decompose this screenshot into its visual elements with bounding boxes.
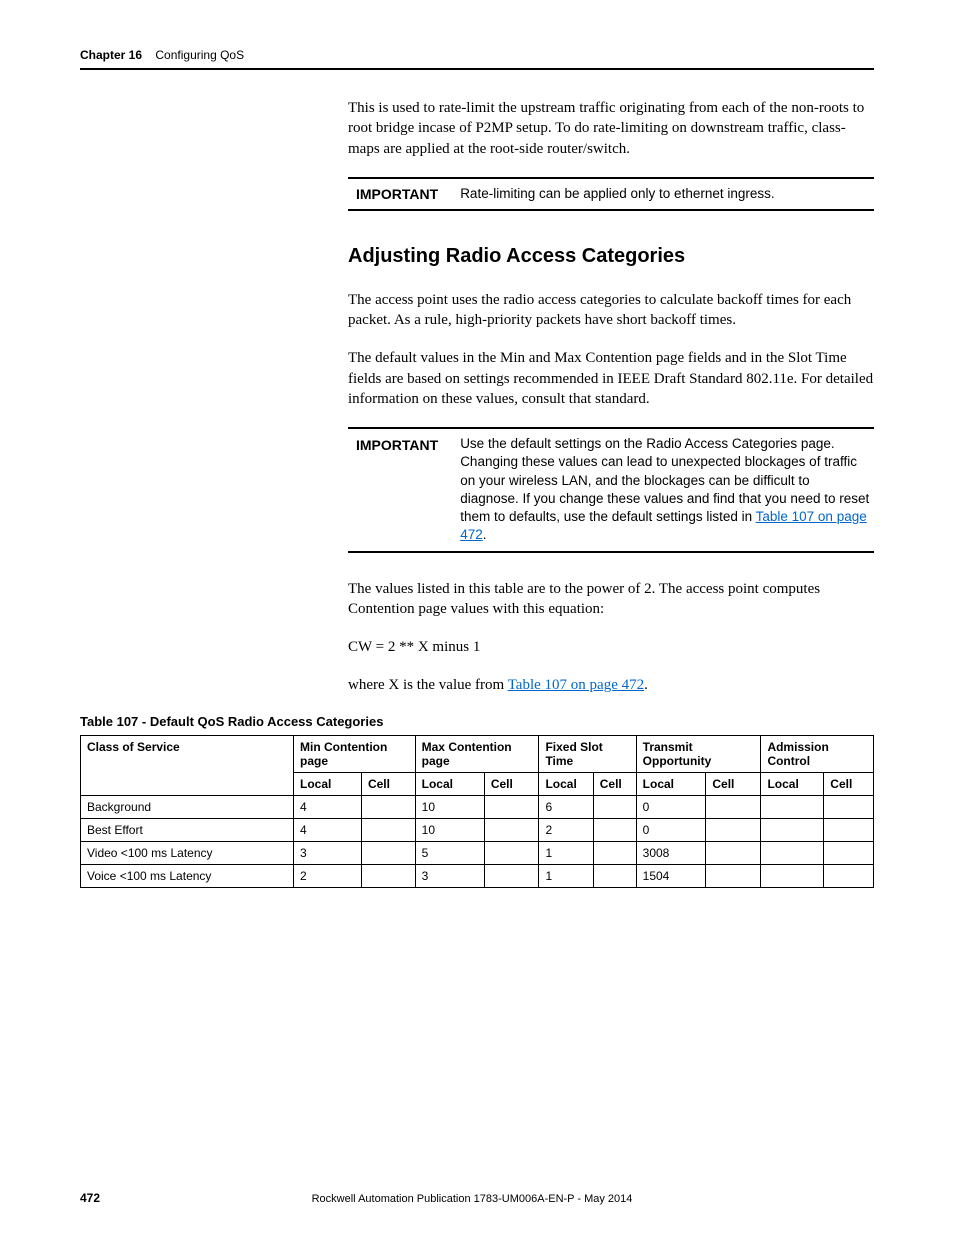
para5-after: . bbox=[644, 677, 648, 693]
table-row: Best Effort4 10 2 0 bbox=[81, 818, 874, 841]
table-cell bbox=[484, 841, 539, 864]
col-adm: Admission Control bbox=[761, 735, 874, 772]
table-cell bbox=[761, 841, 824, 864]
table-cell: Best Effort bbox=[81, 818, 294, 841]
table-row: Video <100 ms Latency3 5 1 3008 bbox=[81, 841, 874, 864]
table-cell bbox=[484, 818, 539, 841]
sub-cell: Cell bbox=[593, 772, 636, 795]
table-cell bbox=[361, 841, 415, 864]
section-heading: Adjusting Radio Access Categories bbox=[348, 245, 874, 268]
table-cell bbox=[593, 864, 636, 887]
table-cell: Video <100 ms Latency bbox=[81, 841, 294, 864]
sub-cell: Cell bbox=[484, 772, 539, 795]
chapter-title: Configuring QoS bbox=[155, 48, 244, 62]
footer: 472 Rockwell Automation Publication 1783… bbox=[80, 1191, 874, 1205]
table-cell: 0 bbox=[636, 818, 706, 841]
table-cell bbox=[706, 864, 761, 887]
page-number: 472 bbox=[80, 1191, 100, 1205]
important-label: IMPORTANT bbox=[348, 435, 438, 544]
table-cell bbox=[361, 818, 415, 841]
table-cell: 4 bbox=[294, 795, 362, 818]
sub-local: Local bbox=[294, 772, 362, 795]
important-text: Rate-limiting can be applied only to eth… bbox=[460, 185, 778, 203]
table-cell: 0 bbox=[636, 795, 706, 818]
table-cell: 3 bbox=[294, 841, 362, 864]
table-title: Table 107 - Default QoS Radio Access Cat… bbox=[80, 714, 874, 729]
main-column: This is used to rate-limit the upstream … bbox=[348, 98, 874, 696]
col-slot: Fixed Slot Time bbox=[539, 735, 636, 772]
table-cell: 2 bbox=[294, 864, 362, 887]
publication-id: Rockwell Automation Publication 1783-UM0… bbox=[100, 1193, 844, 1205]
paragraph-5: where X is the value from Table 107 on p… bbox=[348, 675, 874, 695]
important-box-1: IMPORTANT Rate-limiting can be applied o… bbox=[348, 177, 874, 211]
paragraph-4: The values listed in this table are to t… bbox=[348, 579, 874, 620]
table-cell bbox=[706, 841, 761, 864]
sub-local: Local bbox=[539, 772, 593, 795]
table-cell bbox=[361, 864, 415, 887]
table-cell: 2 bbox=[539, 818, 593, 841]
running-header: Chapter 16 Configuring QoS bbox=[80, 48, 874, 70]
table-cell: Background bbox=[81, 795, 294, 818]
table-cell: 1 bbox=[539, 864, 593, 887]
important-box-2: IMPORTANT Use the default settings on th… bbox=[348, 427, 874, 552]
table-cell: 5 bbox=[415, 841, 484, 864]
sub-cell: Cell bbox=[706, 772, 761, 795]
qos-table: Class of Service Min Contention page Max… bbox=[80, 735, 874, 888]
important-text: Use the default settings on the Radio Ac… bbox=[460, 435, 874, 544]
equation: CW = 2 ** X minus 1 bbox=[348, 637, 874, 657]
table-cell: 3008 bbox=[636, 841, 706, 864]
table-cell bbox=[593, 841, 636, 864]
table-cell bbox=[593, 818, 636, 841]
paragraph-3: The default values in the Min and Max Co… bbox=[348, 348, 874, 409]
table-cell: 1 bbox=[539, 841, 593, 864]
chapter-label: Chapter 16 bbox=[80, 48, 142, 62]
sub-cell: Cell bbox=[361, 772, 415, 795]
table-cell bbox=[824, 864, 874, 887]
table-cell bbox=[484, 864, 539, 887]
col-min: Min Contention page bbox=[294, 735, 416, 772]
table-cell bbox=[706, 818, 761, 841]
sub-local: Local bbox=[636, 772, 706, 795]
col-tx: Transmit Opportunity bbox=[636, 735, 761, 772]
table-reference-link-2[interactable]: Table 107 on page 472 bbox=[508, 677, 644, 693]
table-cell bbox=[824, 795, 874, 818]
table-cell: 1504 bbox=[636, 864, 706, 887]
important-text-after: . bbox=[483, 527, 487, 542]
sub-cell: Cell bbox=[824, 772, 874, 795]
table-header-row-1: Class of Service Min Contention page Max… bbox=[81, 735, 874, 772]
table-cell bbox=[361, 795, 415, 818]
paragraph-intro: This is used to rate-limit the upstream … bbox=[348, 98, 874, 159]
table-cell bbox=[706, 795, 761, 818]
table-row: Voice <100 ms Latency2 3 1 1504 bbox=[81, 864, 874, 887]
table-cell bbox=[761, 864, 824, 887]
table-cell bbox=[484, 795, 539, 818]
table-cell: 10 bbox=[415, 818, 484, 841]
para5-before: where X is the value from bbox=[348, 677, 508, 693]
col-class: Class of Service bbox=[81, 735, 294, 795]
table-cell bbox=[761, 795, 824, 818]
table-cell bbox=[761, 818, 824, 841]
table-cell: 3 bbox=[415, 864, 484, 887]
table-cell: 10 bbox=[415, 795, 484, 818]
table-cell bbox=[824, 841, 874, 864]
paragraph-2: The access point uses the radio access c… bbox=[348, 290, 874, 331]
col-max: Max Contention page bbox=[415, 735, 539, 772]
table-cell: Voice <100 ms Latency bbox=[81, 864, 294, 887]
important-label: IMPORTANT bbox=[348, 185, 438, 203]
table-row: Background4 10 6 0 bbox=[81, 795, 874, 818]
table-cell bbox=[824, 818, 874, 841]
table-cell: 4 bbox=[294, 818, 362, 841]
sub-local: Local bbox=[761, 772, 824, 795]
table-cell bbox=[593, 795, 636, 818]
sub-local: Local bbox=[415, 772, 484, 795]
table-cell: 6 bbox=[539, 795, 593, 818]
